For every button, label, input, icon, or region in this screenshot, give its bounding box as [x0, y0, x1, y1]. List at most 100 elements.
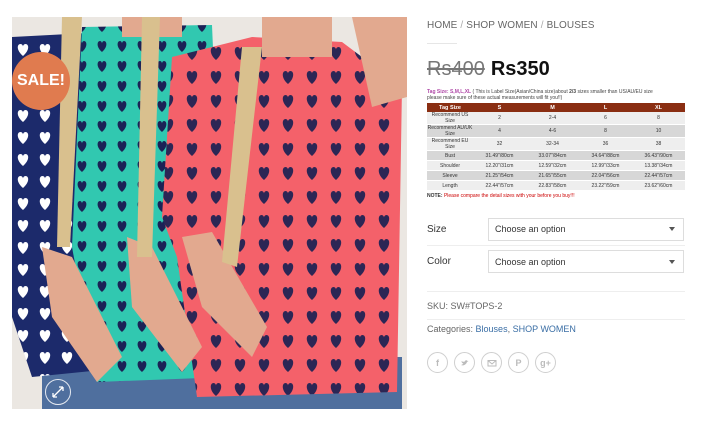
note-text-2: sizes smaller than US/AU/EU size — [577, 89, 653, 95]
sku-value: SW#TOPS-2 — [450, 301, 503, 311]
chevron-down-icon — [669, 259, 675, 264]
table-cell: 22.44"/57cm — [473, 180, 526, 191]
breadcrumb-home[interactable]: HOME — [427, 20, 457, 31]
table-cell: 10 — [632, 124, 685, 138]
size-chart: Tag Size: S,M,L,XL ( This is Label Size(… — [427, 89, 685, 199]
product-meta: SKU: SW#TOPS-2 Categories: Blouses, SHOP… — [427, 291, 685, 338]
table-cell: 2-4 — [526, 112, 579, 125]
breadcrumb: HOME / SHOP WOMEN / BLOUSES — [427, 20, 685, 31]
variation-size: Size Choose an option — [427, 213, 685, 245]
table-cell: Recommend AU/UK Size — [427, 124, 473, 138]
expand-icon — [52, 386, 64, 398]
table-cell: Recommend EU Size — [427, 137, 473, 151]
table-cell: 21.65"/55cm — [526, 170, 579, 181]
table-cell: Sleeve — [427, 170, 473, 181]
footer-text: Please compare the detail sizes with you… — [443, 193, 575, 199]
table-cell: 4-6 — [526, 124, 579, 138]
table-row: Recommend AU/UK Size 4 4-6 8 10 — [427, 124, 685, 138]
table-cell: 33.07"/84cm — [526, 150, 579, 161]
size-table: Tag Size S M L XL Recommend US Size 2 2-4 6… — [427, 103, 685, 191]
color-select-value: Choose an option — [495, 256, 566, 267]
google-plus-share-button[interactable]: g+ — [535, 352, 556, 373]
table-cell: 13.38"/34cm — [632, 160, 685, 171]
table-cell: 8 — [632, 112, 685, 125]
product-summary: HOME / SHOP WOMEN / BLOUSES Rs400 Rs350 Tag … — [427, 20, 685, 373]
facebook-icon: f — [436, 357, 439, 368]
table-cell: Length — [427, 180, 473, 191]
color-label: Color — [427, 256, 451, 267]
table-cell: 31.49"/80cm — [473, 150, 526, 161]
table-cell: Recommend US Size — [427, 112, 473, 125]
table-cell: 22.04"/56cm — [579, 170, 632, 181]
table-row: Sleeve 21.25"/54cm 21.65"/55cm 22.04"/56cm 2… — [427, 170, 685, 181]
google-plus-icon: g+ — [540, 357, 551, 368]
table-cell: Shoulder — [427, 160, 473, 171]
table-cell: Bust — [427, 150, 473, 161]
table-cell: 8 — [579, 124, 632, 138]
categories-row: Categories: Blouses, SHOP WOMEN — [427, 320, 685, 338]
breadcrumb-separator: / — [540, 20, 544, 31]
product-photo — [12, 17, 407, 409]
table-cell: 12.99"/33cm — [579, 160, 632, 171]
table-cell: 32-34 — [526, 137, 579, 151]
table-cell: 22.83"/58cm — [526, 180, 579, 191]
header-cell: L — [579, 103, 632, 112]
table-cell: 4 — [473, 124, 526, 138]
old-price: Rs400 — [427, 58, 485, 80]
size-chart-footer: NOTE: Please compare the detail sizes wi… — [427, 193, 685, 199]
facebook-share-button[interactable]: f — [427, 352, 448, 373]
table-cell: 21.25"/54cm — [473, 170, 526, 181]
price: Rs400 Rs350 — [427, 58, 685, 81]
category-link-blouses[interactable]: Blouses — [476, 324, 508, 334]
table-cell: 22.44"/57cm — [632, 170, 685, 181]
category-link-shop-women[interactable]: SHOP WOMEN — [513, 324, 576, 334]
note-line-2: please make sure of these actual measure… — [427, 95, 563, 101]
table-cell: 6 — [579, 112, 632, 125]
note-bold: 2/3 — [569, 89, 577, 95]
table-row: Recommend EU Size 32 32-34 36 38 — [427, 137, 685, 151]
sale-badge: SALE! — [12, 52, 70, 110]
table-row: Shoulder 12.20"/31cm 12.59"/32cm 12.99"/33c… — [427, 160, 685, 171]
table-cell: 36.43"/90cm — [632, 150, 685, 161]
table-cell: 38 — [632, 137, 685, 151]
footer-label: NOTE: — [427, 193, 443, 199]
twitter-icon — [460, 359, 468, 365]
sku-row: SKU: SW#TOPS-2 — [427, 297, 685, 315]
breadcrumb-blouses[interactable]: BLOUSES — [547, 20, 595, 31]
current-price: Rs350 — [490, 58, 550, 80]
size-table-header: Tag Size S M L XL — [427, 103, 685, 112]
variations-form: Size Choose an option Color Choose an op… — [427, 213, 685, 277]
product-image[interactable]: SALE! — [12, 17, 407, 409]
zoom-button[interactable] — [45, 379, 71, 405]
pinterest-share-button[interactable]: P — [508, 352, 529, 373]
color-select[interactable]: Choose an option — [488, 250, 684, 273]
header-cell: M — [526, 103, 579, 112]
email-share-button[interactable] — [481, 352, 502, 373]
categories-label: Categories: — [427, 324, 474, 334]
table-row: Recommend US Size 2 2-4 6 8 — [427, 112, 685, 125]
variation-color: Color Choose an option — [427, 245, 685, 277]
table-cell: 2 — [473, 112, 526, 125]
header-cell: S — [473, 103, 526, 112]
size-select[interactable]: Choose an option — [488, 217, 684, 241]
email-icon — [487, 359, 496, 366]
table-cell: 12.20"/31cm — [473, 160, 526, 171]
table-cell: 32 — [473, 137, 526, 151]
share-buttons: f P g+ — [427, 352, 685, 373]
chevron-down-icon — [669, 227, 675, 231]
size-chart-note: Tag Size: S,M,L,XL ( This is Label Size(… — [427, 89, 685, 101]
breadcrumb-shop-women[interactable]: SHOP WOMEN — [466, 20, 537, 31]
breadcrumb-separator: / — [460, 20, 464, 31]
table-cell: 23.62"/60cm — [632, 180, 685, 191]
header-cell: XL — [632, 103, 685, 112]
divider — [427, 43, 457, 44]
table-cell: 12.59"/32cm — [526, 160, 579, 171]
header-cell: Tag Size — [427, 103, 473, 112]
table-row: Bust 31.49"/80cm 33.07"/84cm 34.64"/88cm 36.… — [427, 150, 685, 161]
table-cell: 36 — [579, 137, 632, 151]
size-select-value: Choose an option — [495, 224, 566, 234]
twitter-share-button[interactable] — [454, 352, 475, 373]
sku-label: SKU: — [427, 301, 449, 311]
table-cell: 23.22"/59cm — [579, 180, 632, 191]
pinterest-icon: P — [515, 357, 522, 368]
